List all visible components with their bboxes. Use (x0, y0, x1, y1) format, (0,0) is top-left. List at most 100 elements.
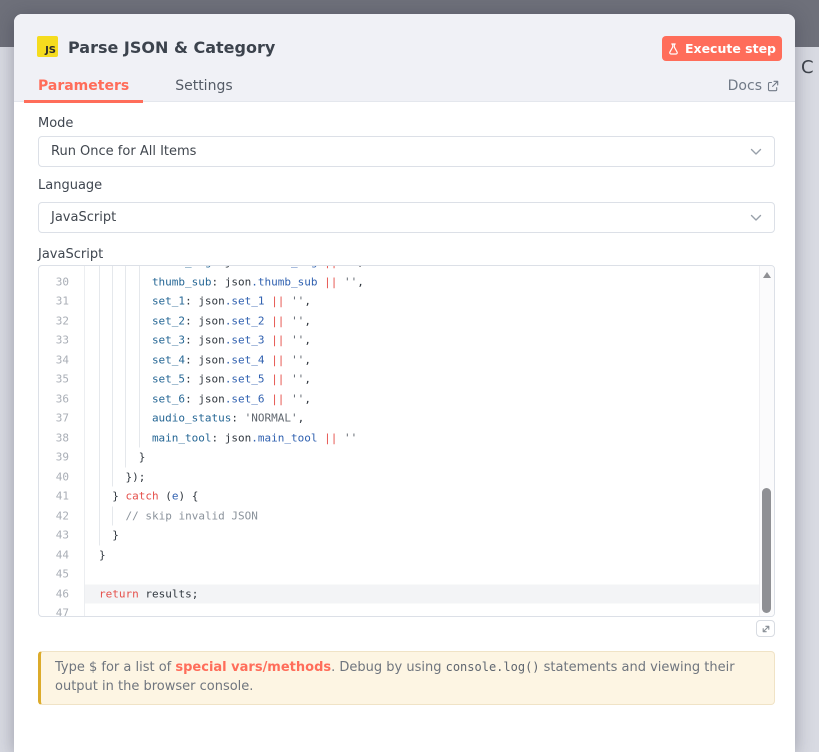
tab-settings[interactable]: Settings (161, 70, 246, 102)
line-number: 40 (39, 467, 85, 487)
indent-guide (139, 428, 152, 448)
indent-guide (139, 331, 152, 351)
indent-guide (99, 467, 112, 487)
execute-step-button[interactable]: Execute step (662, 36, 782, 61)
code-line: 40}); (39, 467, 774, 487)
editor-expand-button[interactable] (756, 620, 775, 637)
special-vars-link[interactable]: special vars/methods (175, 660, 331, 675)
line-number: 46 (39, 584, 85, 604)
language-field-label: Language (38, 178, 102, 193)
code-line-content: } (85, 526, 774, 546)
language-select-value: JavaScript (51, 210, 116, 225)
background-partial-text: C (801, 57, 814, 78)
indent-guide (99, 389, 112, 409)
code-line-content: // skip invalid JSON (85, 506, 774, 526)
line-number: 45 (39, 565, 85, 585)
indent-guide (112, 428, 125, 448)
indent-guide (125, 350, 138, 370)
indent-guide (99, 448, 112, 468)
indent-guide (112, 389, 125, 409)
indent-guide (99, 272, 112, 292)
indent-guide (125, 370, 138, 390)
indent-guide (112, 409, 125, 429)
line-number: 41 (39, 487, 85, 507)
line-number: 34 (39, 350, 85, 370)
tab-settings-label: Settings (175, 78, 232, 94)
hint-middle: . Debug by using (331, 660, 445, 675)
indent-guide (125, 428, 138, 448)
resize-diagonal-icon (761, 624, 771, 634)
code-line-content (85, 604, 774, 617)
code-line-content: set_6: json.set_6 || '', (85, 389, 774, 409)
code-line: 35set_5: json.set_5 || '', (39, 370, 774, 390)
indent-guide (125, 292, 138, 312)
editor-hint: Type $ for a list of special vars/method… (38, 651, 775, 705)
docs-link-label: Docs (728, 78, 762, 94)
indent-guide (125, 448, 138, 468)
indent-guide (112, 467, 125, 487)
mode-select-value: Run Once for All Items (51, 144, 196, 159)
modal-header: JS Parse JSON & Category Execute step Pa… (14, 14, 795, 102)
indent-guide (112, 350, 125, 370)
indent-guide (99, 350, 112, 370)
line-number: 37 (39, 409, 85, 429)
indent-guide (139, 370, 152, 390)
tab-bar: Parameters Settings Docs (14, 70, 795, 102)
editor-scrollbar[interactable] (759, 266, 774, 616)
docs-link[interactable]: Docs (728, 70, 779, 102)
indent-guide (139, 292, 152, 312)
execute-step-label: Execute step (685, 41, 776, 56)
indent-guide (99, 331, 112, 351)
code-line: 36set_6: json.set_6 || '', (39, 389, 774, 409)
line-number: 44 (39, 545, 85, 565)
indent-guide (112, 331, 125, 351)
indent-guide (112, 292, 125, 312)
external-link-icon (767, 80, 779, 92)
language-select[interactable]: JavaScript (38, 202, 775, 233)
node-title: Parse JSON & Category (68, 38, 275, 57)
line-number: 30 (39, 272, 85, 292)
line-number: 33 (39, 331, 85, 351)
code-line-content: } (85, 448, 774, 468)
hint-code-snippet: console.log() (446, 660, 540, 674)
indent-guide (125, 389, 138, 409)
tab-parameters-label: Parameters (38, 78, 129, 94)
scrollbar-up-arrow-icon[interactable] (763, 272, 771, 278)
node-detail-modal: JS Parse JSON & Category Execute step Pa… (14, 14, 795, 752)
page-background: C JS Parse JSON & Category Execute step … (0, 0, 819, 752)
code-line-content (85, 565, 774, 585)
indent-guide (125, 311, 138, 331)
indent-guide (99, 487, 112, 507)
code-line: 46return results; (39, 584, 774, 604)
code-line: 33set_3: json.set_3 || '', (39, 331, 774, 351)
code-line: 30thumb_sub: json.thumb_sub || '', (39, 272, 774, 292)
indent-guide (139, 409, 152, 429)
code-line-content: main_tool: json.main_tool || '' (85, 428, 774, 448)
line-number: 42 (39, 506, 85, 526)
code-line-content: thumb_sub: json.thumb_sub || '', (85, 272, 774, 292)
hint-prefix: Type $ for a list of (55, 660, 175, 675)
indent-guide (112, 272, 125, 292)
scrollbar-thumb[interactable] (762, 488, 771, 613)
code-line: 34set_4: json.set_4 || '', (39, 350, 774, 370)
code-line-content: set_5: json.set_5 || '', (85, 370, 774, 390)
code-line: 38main_tool: json.main_tool || '' (39, 428, 774, 448)
code-line-content: } (85, 545, 774, 565)
line-number: 47 (39, 604, 85, 617)
indent-guide (112, 448, 125, 468)
mode-select[interactable]: Run Once for All Items (38, 136, 775, 167)
indent-guide (99, 292, 112, 312)
code-line-content: audio_status: 'NORMAL', (85, 409, 774, 429)
parameters-panel: Mode Run Once for All Items Language Jav… (14, 103, 795, 752)
code-line-content: } catch (e) { (85, 487, 774, 507)
code-editor[interactable]: 29thumb_big: json.thumb_big || '',30thum… (38, 265, 775, 617)
indent-guide (99, 526, 112, 546)
indent-guide (125, 331, 138, 351)
tab-parameters[interactable]: Parameters (24, 70, 143, 102)
code-line-content: return results; (85, 584, 774, 604)
indent-guide (139, 311, 152, 331)
line-number: 38 (39, 428, 85, 448)
code-line: 43} (39, 526, 774, 546)
indent-guide (139, 272, 152, 292)
code-line: 47 (39, 604, 774, 617)
